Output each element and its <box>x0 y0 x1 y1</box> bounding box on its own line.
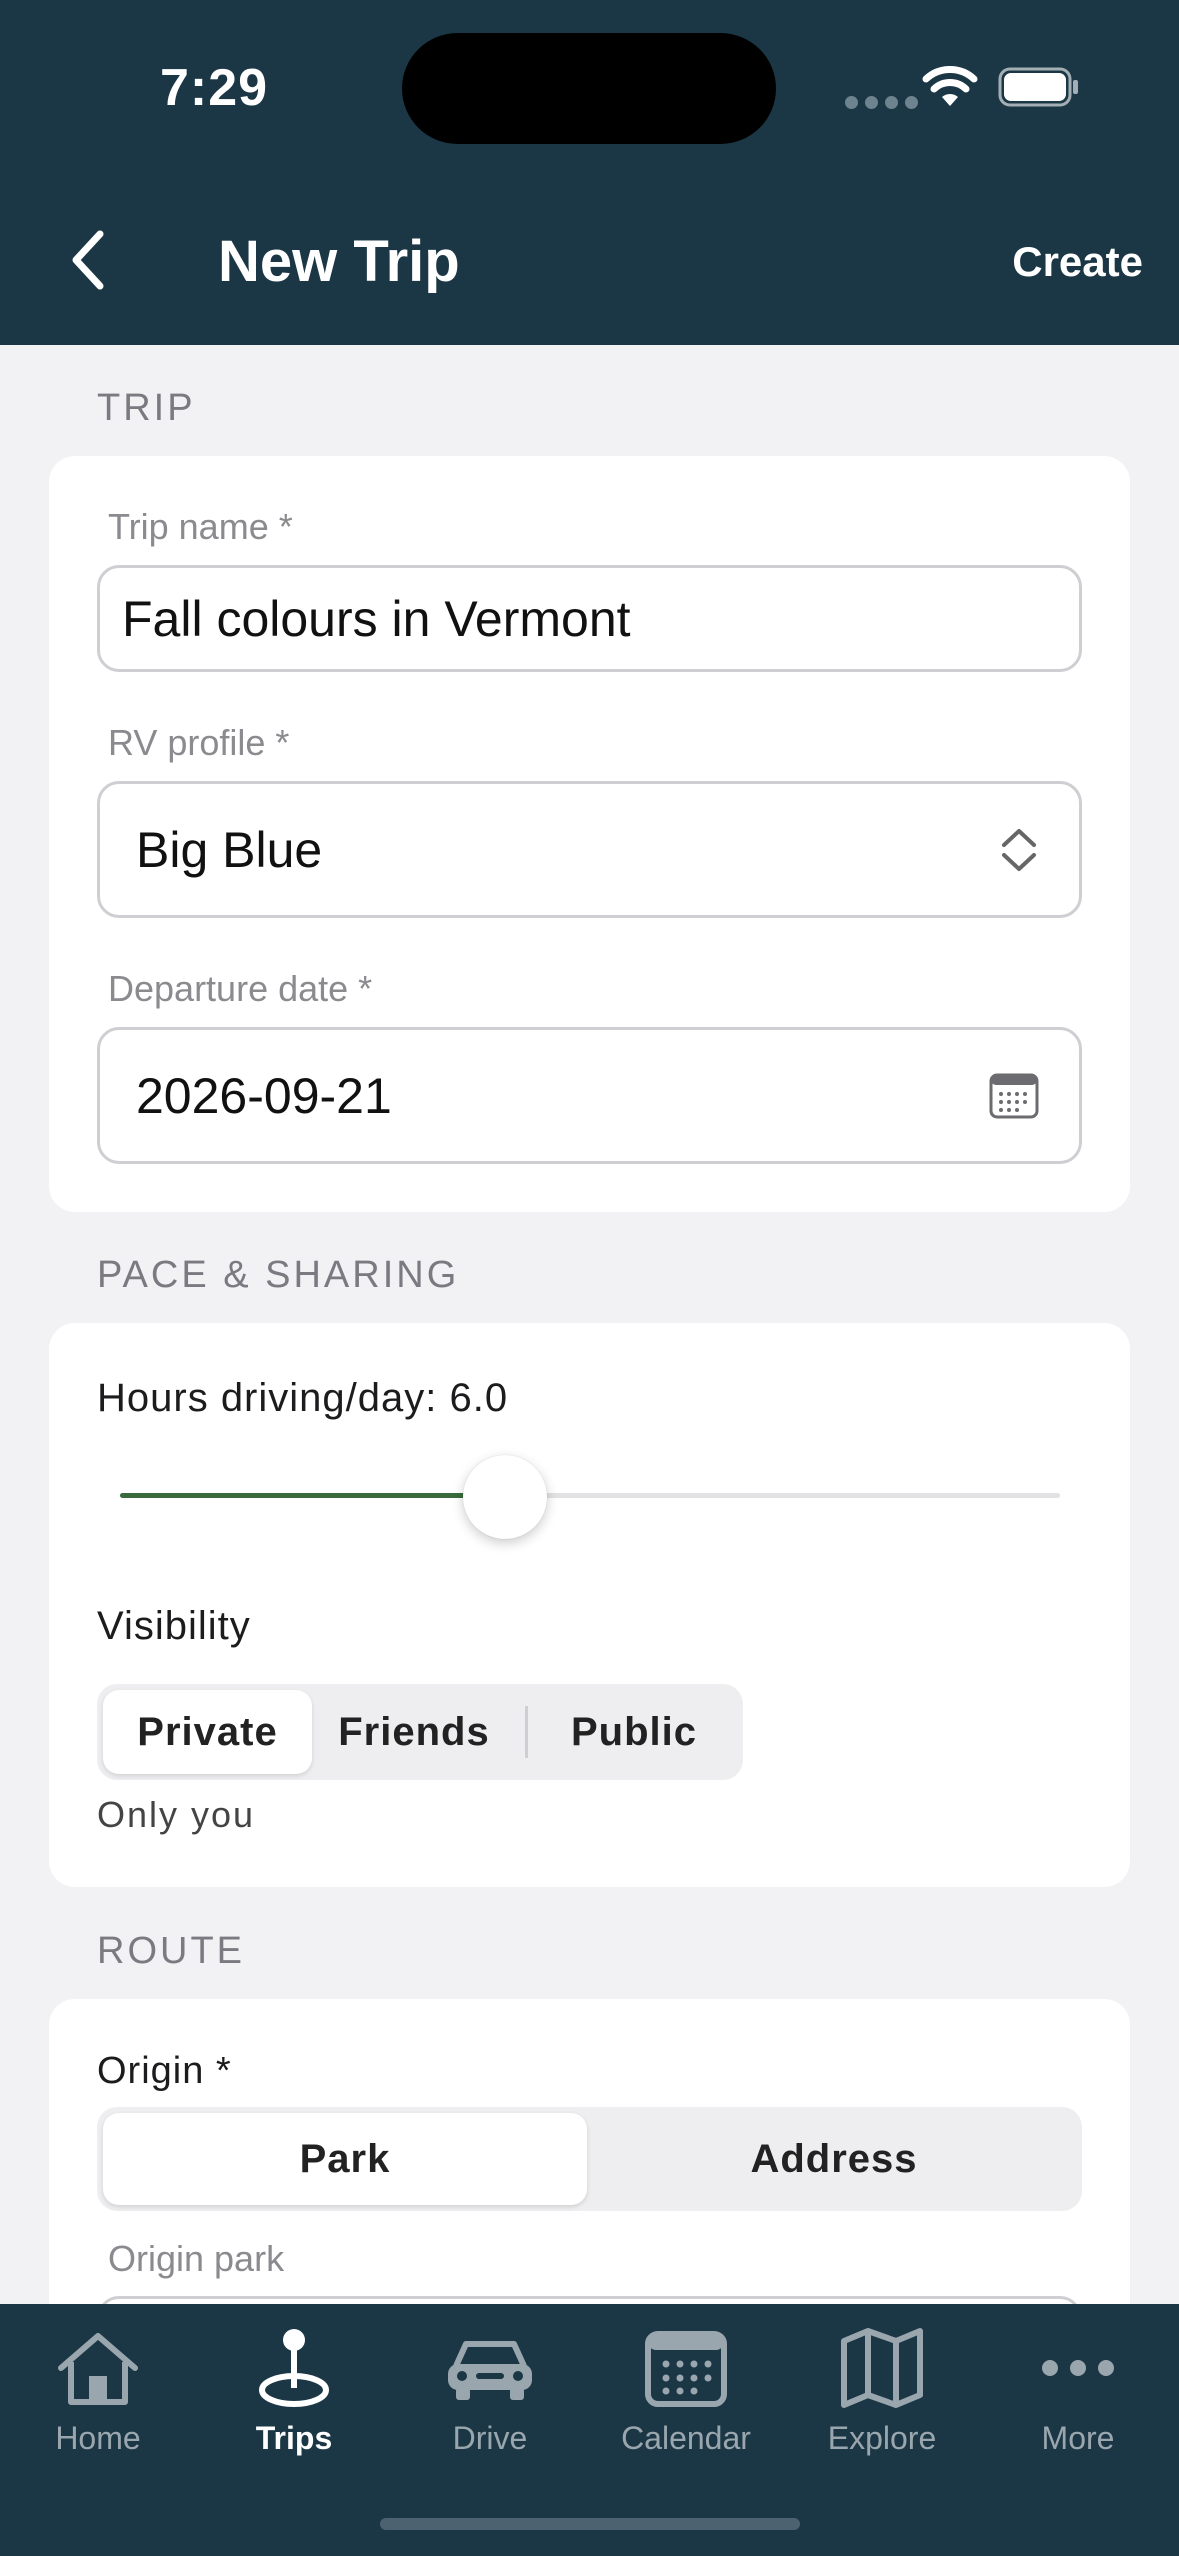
visibility-option-public[interactable]: Public <box>531 1690 737 1774</box>
back-button[interactable] <box>58 220 118 300</box>
departure-date-label: Departure date * <box>108 968 373 1009</box>
more-icon <box>1042 2360 1114 2376</box>
origin-segmented-control: Park Address <box>97 2107 1082 2211</box>
dynamic-island <box>402 33 776 144</box>
calendar-picker-icon[interactable] <box>989 1072 1039 1120</box>
tab-drive[interactable]: Drive <box>392 2320 588 2457</box>
visibility-option-friends[interactable]: Friends <box>312 1690 516 1774</box>
status-time: 7:29 <box>160 59 269 117</box>
section-label-trip: TRIP <box>97 387 196 429</box>
rv-profile-value: Big Blue <box>136 821 323 878</box>
departure-date-value: 2026-09-21 <box>136 1067 392 1124</box>
tab-home[interactable]: Home <box>0 2320 196 2457</box>
origin-option-park[interactable]: Park <box>103 2113 587 2205</box>
home-icon <box>58 2333 138 2405</box>
tab-label: Home <box>55 2420 141 2456</box>
home-indicator <box>380 2518 800 2530</box>
tab-label: Calendar <box>621 2420 751 2456</box>
departure-date-input[interactable]: 2026-09-21 <box>97 1027 1082 1164</box>
origin-park-label: Origin park <box>108 2238 285 2279</box>
chevron-left-icon <box>72 230 104 290</box>
battery-icon <box>998 67 1078 107</box>
hours-slider-thumb[interactable] <box>463 1455 548 1539</box>
rv-profile-select[interactable]: Big Blue <box>97 781 1082 918</box>
segment-divider <box>525 1706 528 1758</box>
section-label-pace: PACE & SHARING <box>97 1254 460 1296</box>
trip-name-label: Trip name * <box>108 506 293 547</box>
create-button[interactable]: Create <box>1012 238 1143 286</box>
origin-label: Origin * <box>97 2050 232 2092</box>
tab-label: Explore <box>827 2420 937 2456</box>
page-title: New Trip <box>218 229 460 294</box>
tab-label: Drive <box>452 2420 528 2456</box>
visibility-hint: Only you <box>97 1794 256 1835</box>
calendar-icon <box>645 2331 727 2407</box>
hours-slider-fill <box>120 1493 506 1498</box>
trip-name-value: Fall colours in Vermont <box>122 590 631 647</box>
rv-profile-label: RV profile * <box>108 722 290 763</box>
tab-label: Trips <box>255 2420 333 2456</box>
header: 7:29 New Trip Create <box>0 0 1179 345</box>
visibility-option-private[interactable]: Private <box>103 1690 312 1774</box>
tab-explore[interactable]: Explore <box>784 2320 980 2457</box>
chevron-up-down-icon <box>1002 828 1036 871</box>
tab-more[interactable]: More <box>980 2320 1176 2457</box>
hours-per-day-label: Hours driving/day: 6.0 <box>97 1376 509 1420</box>
visibility-segmented-control: Private Friends Public <box>97 1684 743 1780</box>
tab-calendar[interactable]: Calendar <box>588 2320 784 2457</box>
tab-label: More <box>1041 2420 1115 2456</box>
origin-option-address[interactable]: Address <box>592 2113 1076 2205</box>
trips-pin-icon <box>259 2329 329 2407</box>
car-icon <box>448 2341 532 2400</box>
visibility-label: Visibility <box>97 1604 251 1648</box>
trip-name-input[interactable]: Fall colours in Vermont <box>97 565 1082 672</box>
cellular-signal-icon <box>845 96 918 109</box>
hours-slider-track[interactable] <box>120 1493 1060 1498</box>
tab-trips[interactable]: Trips <box>196 2320 392 2457</box>
section-label-route: ROUTE <box>97 1930 245 1972</box>
map-icon <box>841 2328 923 2408</box>
wifi-icon <box>922 66 978 106</box>
